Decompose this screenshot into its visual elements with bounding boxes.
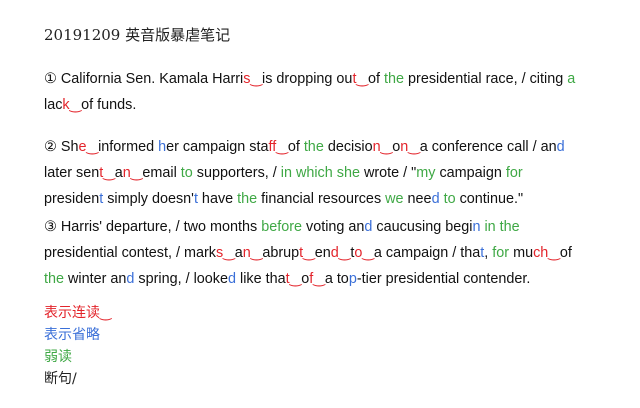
text-segment: er campaign sta <box>166 139 269 155</box>
text-segment: have <box>197 191 238 207</box>
liaison-segment: t‿ <box>352 71 369 87</box>
page-title: 20191209 英音版暴虐笔记 <box>44 26 231 44</box>
liaison-segment: n‿ <box>400 139 420 155</box>
weak-segment: in <box>484 219 496 235</box>
weak-segment: the <box>384 71 405 87</box>
notes-page: 20191209 英音版暴虐笔记 ① California Sen. Kamal… <box>0 0 640 408</box>
paragraph-line: president simply doesn't have the financ… <box>44 186 624 212</box>
weak-segment: my <box>416 165 436 181</box>
liaison-segment: t‿ <box>285 271 302 287</box>
text-segment: a campaign / tha <box>373 245 481 261</box>
liaison-segment: e‿ <box>78 139 99 155</box>
weak-segment: to <box>180 165 193 181</box>
text-segment: a to <box>324 271 349 287</box>
legend-break: 断句/ <box>44 371 77 387</box>
paragraph-2: ② She‿informed her campaign staff‿of the… <box>44 134 624 212</box>
paragraph-line: ① California Sen. Kamala Harris‿is dropp… <box>44 66 624 92</box>
weak-segment: for <box>492 245 510 261</box>
text-segment: spring, / looke <box>134 271 229 287</box>
liaison-segment: n‿ <box>122 165 143 181</box>
text-segment: abrup <box>262 245 300 261</box>
weak-segment: the <box>499 219 520 235</box>
text-segment: en <box>314 245 331 261</box>
text-segment: of <box>559 245 572 261</box>
text-segment: presiden <box>44 191 100 207</box>
text-segment: of <box>287 139 304 155</box>
liaison-segment: t‿ <box>99 165 115 181</box>
liaison-segment: f‿ <box>309 271 325 287</box>
liaison-segment: ff‿ <box>268 139 288 155</box>
text-segment: winter an <box>64 271 127 287</box>
weak-segment: the <box>44 271 65 287</box>
legend-elision: 表示省略 <box>44 327 100 343</box>
text-segment: simply doesn' <box>103 191 194 207</box>
paragraph-3: ③ Harris' departure, / two months before… <box>44 214 624 292</box>
text-segment: supporters, / <box>192 165 281 181</box>
text-segment: continue." <box>455 191 524 207</box>
text-segment: later sen <box>44 165 100 181</box>
text-segment: presidential contest, / mark <box>44 245 216 261</box>
text-segment: caucusing begi <box>372 219 473 235</box>
text-segment: ① California Sen. Kamala Harri <box>44 71 244 87</box>
legend-liaison: 表示连读‿ <box>44 305 112 321</box>
legend-weak: 弱读 <box>44 349 72 365</box>
liaison-segment: ch‿ <box>533 245 560 261</box>
weak-segment: for <box>505 165 523 181</box>
liaison-segment: o‿ <box>354 245 374 261</box>
weak-segment: a <box>567 71 576 87</box>
text-segment: ② Sh <box>44 139 79 155</box>
text-segment: a <box>234 245 243 261</box>
weak-segment: to <box>443 191 456 207</box>
elision-segment: d <box>228 271 237 287</box>
text-segment: ③ Harris' departure, / two months <box>44 219 262 235</box>
text-segment: is dropping ou <box>262 71 353 87</box>
text-segment: wrote / " <box>359 165 417 181</box>
paragraph-line: the winter and spring, / looked like tha… <box>44 266 624 292</box>
paragraph-line: later sent‿an‿email to supporters, / in … <box>44 160 624 186</box>
weak-segment: before <box>261 219 303 235</box>
text-segment: campaign <box>435 165 506 181</box>
text-segment: like tha <box>236 271 286 287</box>
weak-segment: the <box>237 191 258 207</box>
liaison-segment: d‿ <box>330 245 351 261</box>
paragraph-line: presidential contest, / marks‿an‿abrupt‿… <box>44 240 624 266</box>
text-segment: of <box>368 71 385 87</box>
text-segment: a <box>114 165 123 181</box>
text-segment: lac <box>44 97 63 113</box>
liaison-segment: s‿ <box>243 71 263 87</box>
elision-segment: h <box>158 139 167 155</box>
text-segment: nee <box>403 191 432 207</box>
weak-segment: the <box>303 139 324 155</box>
text-segment: -tier presidential contender. <box>356 271 531 287</box>
liaison-segment: k‿ <box>62 97 82 113</box>
text-segment: informed <box>98 139 159 155</box>
liaison-segment: t‿ <box>299 245 315 261</box>
text-segment: a conference call / an <box>419 139 557 155</box>
weak-segment: in which she <box>280 165 360 181</box>
paragraph-line: ② She‿informed her campaign staff‿of the… <box>44 134 624 160</box>
text-segment: email <box>142 165 181 181</box>
elision-segment: p <box>348 271 357 287</box>
liaison-segment: n‿ <box>372 139 393 155</box>
liaison-segment: s‿ <box>215 245 235 261</box>
liaison-segment: n‿ <box>242 245 263 261</box>
paragraph-1: ① California Sen. Kamala Harris‿is dropp… <box>44 66 624 118</box>
paragraph-line: ③ Harris' departure, / two months before… <box>44 214 624 240</box>
text-segment: of funds. <box>81 97 137 113</box>
paragraph-line: lack‿of funds. <box>44 92 624 118</box>
text-segment: voting an <box>302 219 365 235</box>
text-segment: financial resources <box>257 191 386 207</box>
text-segment: mu <box>509 245 534 261</box>
weak-segment: we <box>385 191 404 207</box>
text-segment: presidential race, / citing <box>404 71 568 87</box>
elision-segment: d <box>431 191 440 207</box>
elision-segment: d <box>556 139 565 155</box>
text-segment: decisio <box>323 139 373 155</box>
